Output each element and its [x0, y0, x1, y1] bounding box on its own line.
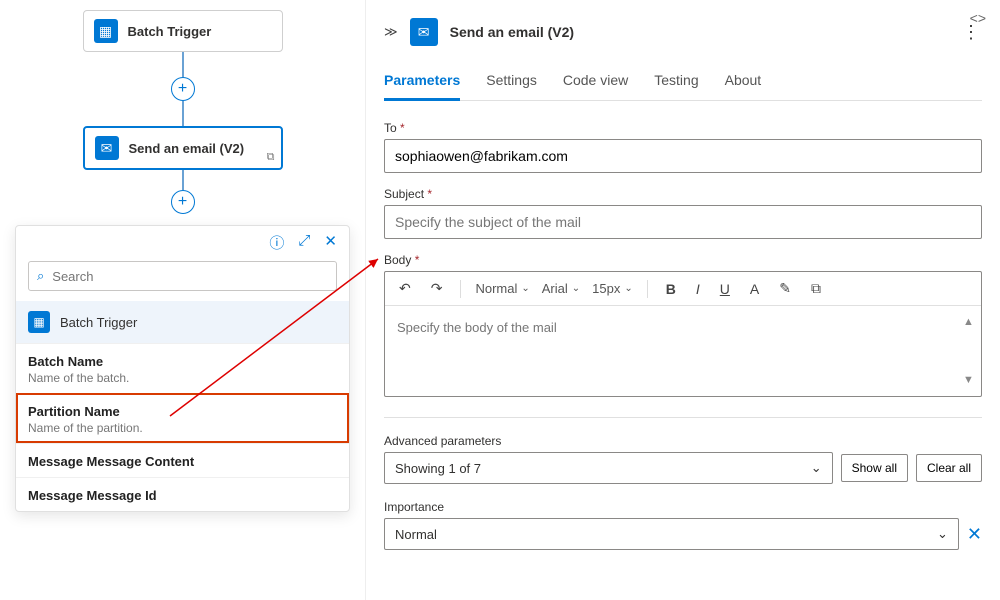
advanced-parameters-label: Advanced parameters — [384, 434, 982, 448]
details-panel: ≫ ✉ Send an email (V2) ⋮ Parameters Sett… — [365, 0, 1000, 600]
connector — [182, 52, 184, 77]
undo-icon[interactable]: ↶ — [395, 278, 415, 299]
body-textarea[interactable]: Specify the body of the mail ▲▼ — [385, 306, 981, 396]
add-step-button[interactable]: + — [171, 190, 195, 214]
body-editor[interactable]: ↶ ↷ Normal ⌄ Arial ⌄ 15px ⌄ B I U A ✎ ⧉ … — [384, 271, 982, 397]
outlook-icon: ✉ — [410, 18, 438, 46]
highlight-icon[interactable]: ✎ — [775, 278, 795, 299]
close-icon[interactable]: ✕ — [324, 232, 337, 253]
size-dropdown[interactable]: 15px ⌄ — [592, 281, 633, 296]
scrollbar[interactable]: ▲▼ — [963, 316, 977, 386]
search-icon: ⌕ — [37, 268, 44, 284]
add-step-button[interactable]: + — [171, 77, 195, 101]
connector — [182, 170, 184, 190]
remove-parameter-icon[interactable]: ✕ — [967, 524, 982, 545]
font-color-icon[interactable]: A — [746, 279, 763, 299]
info-icon[interactable]: ⓘ — [269, 232, 284, 253]
to-input[interactable] — [384, 139, 982, 173]
connector — [182, 101, 184, 126]
expand-icon[interactable]: ⤢ — [298, 232, 310, 253]
underline-icon[interactable]: U — [716, 279, 734, 299]
trigger-section-label: Batch Trigger — [60, 315, 137, 330]
node-send-email[interactable]: ✉ Send an email (V2) ⧉ — [83, 126, 283, 170]
show-all-button[interactable]: Show all — [841, 454, 908, 482]
link-icon: ⧉ — [267, 151, 275, 164]
workflow-canvas: ▦ Batch Trigger + ✉ Send an email (V2) ⧉… — [0, 0, 365, 600]
tab-testing[interactable]: Testing — [654, 64, 698, 100]
field-message-content[interactable]: Message Message Content — [16, 443, 349, 477]
outlook-icon: ✉ — [95, 136, 119, 160]
tab-about[interactable]: About — [725, 64, 762, 100]
chevron-down-icon: ⌄ — [937, 526, 948, 542]
body-label: Body * — [384, 253, 982, 267]
batch-trigger-icon: ▦ — [28, 311, 50, 333]
editor-toolbar: ↶ ↷ Normal ⌄ Arial ⌄ 15px ⌄ B I U A ✎ ⧉ … — [385, 272, 981, 306]
node-batch-trigger[interactable]: ▦ Batch Trigger — [83, 10, 283, 52]
advanced-parameters-dropdown[interactable]: Showing 1 of 7 ⌄ — [384, 452, 833, 484]
importance-dropdown[interactable]: Normal ⌄ — [384, 518, 959, 550]
importance-label: Importance — [384, 500, 982, 514]
style-dropdown[interactable]: Normal ⌄ — [475, 281, 529, 296]
chevron-down-icon: ⌄ — [811, 460, 822, 476]
panel-tabs: Parameters Settings Code view Testing Ab… — [384, 64, 982, 101]
batch-trigger-icon: ▦ — [94, 19, 118, 43]
tab-settings[interactable]: Settings — [486, 64, 537, 100]
panel-title: Send an email (V2) — [450, 24, 574, 40]
subject-input[interactable] — [384, 205, 982, 239]
search-input[interactable]: ⌕ — [28, 261, 337, 291]
field-partition-name[interactable]: Partition Name Name of the partition. — [16, 393, 349, 443]
link-icon[interactable]: ⧉ — [807, 278, 825, 299]
redo-icon[interactable]: ↷ — [427, 278, 447, 299]
node-label: Batch Trigger — [128, 24, 212, 39]
italic-icon[interactable]: I — [692, 279, 704, 299]
code-view-icon[interactable]: <> — [966, 8, 990, 28]
node-label: Send an email (V2) — [129, 141, 245, 156]
field-batch-name[interactable]: Batch Name Name of the batch. — [16, 343, 349, 393]
bold-icon[interactable]: B — [662, 279, 680, 299]
clear-all-button[interactable]: Clear all — [916, 454, 982, 482]
search-field[interactable] — [52, 269, 328, 284]
tab-parameters[interactable]: Parameters — [384, 64, 460, 101]
tab-code-view[interactable]: Code view — [563, 64, 628, 100]
collapse-panel-icon[interactable]: ≫ — [384, 24, 398, 40]
field-message-id[interactable]: Message Message Id — [16, 477, 349, 511]
dynamic-content-popover: ⓘ ⤢ ✕ ⌕ ▦ Batch Trigger Batch Name Name … — [15, 225, 350, 512]
trigger-section-header[interactable]: ▦ Batch Trigger — [16, 301, 349, 343]
font-dropdown[interactable]: Arial ⌄ — [542, 281, 580, 296]
to-label: To * — [384, 121, 982, 135]
subject-label: Subject * — [384, 187, 982, 201]
